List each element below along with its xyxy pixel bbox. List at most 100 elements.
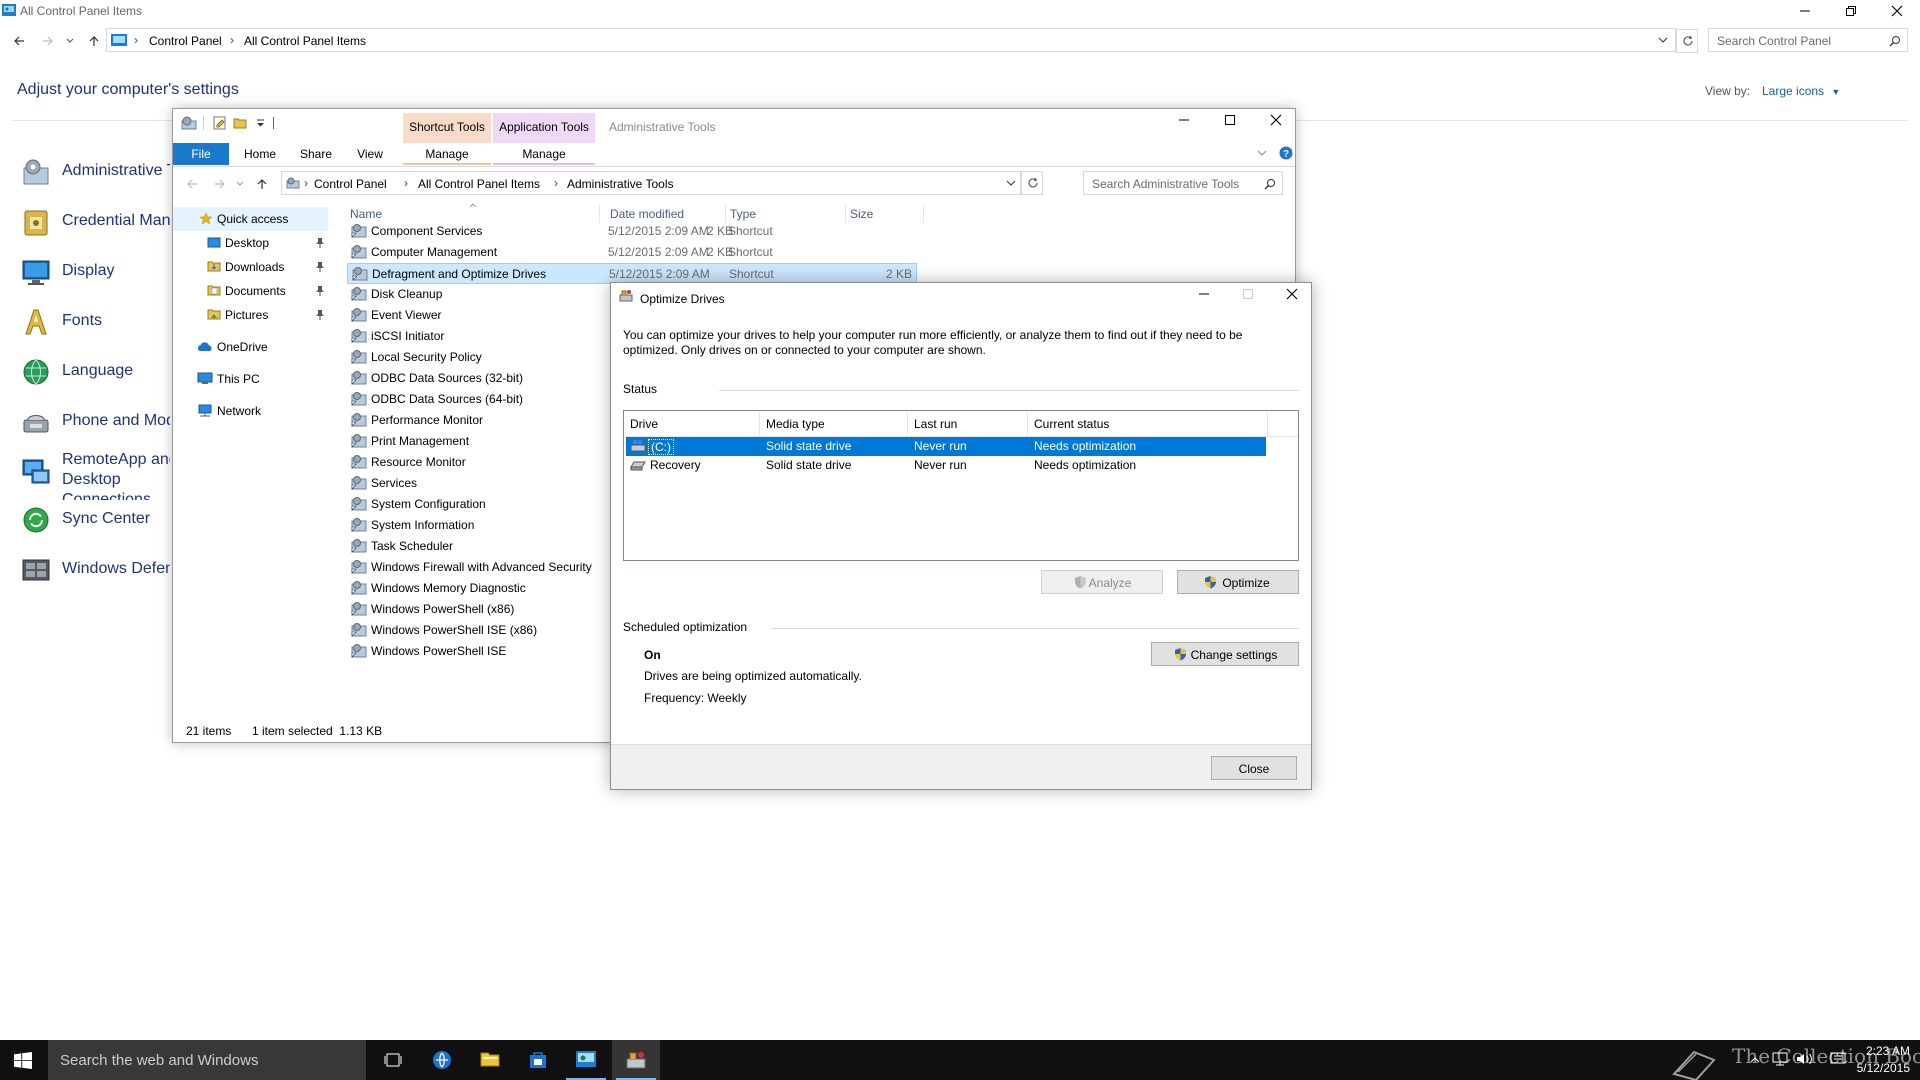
close-button[interactable] xyxy=(1874,0,1920,22)
dialog-minimize-button[interactable] xyxy=(1181,283,1225,309)
minimize-button[interactable] xyxy=(1782,0,1828,22)
cp-item-sync-center[interactable]: Sync Center xyxy=(20,500,170,540)
search-icon[interactable] xyxy=(1889,35,1901,47)
explorer-crumb-admin-tools[interactable]: Administrative Tools xyxy=(567,177,674,191)
refresh-button[interactable] xyxy=(1676,29,1698,53)
column-header-date-modified[interactable]: Date modified xyxy=(610,207,684,221)
column-header-last-run[interactable]: Last run xyxy=(908,412,1028,436)
close-button[interactable]: Close xyxy=(1211,756,1297,780)
chevron-down-icon[interactable] xyxy=(1658,36,1668,44)
search-admin-tools-input[interactable]: Search Administrative Tools xyxy=(1083,171,1283,195)
file-row[interactable]: Defragment and Optimize Drives 5/12/2015 … xyxy=(347,263,917,284)
cp-item-remoteapp[interactable]: RemoteApp and Desktop Connections xyxy=(20,450,170,500)
up-button[interactable] xyxy=(83,30,105,52)
drive-row-recovery[interactable]: Recovery Solid state drive Never run Nee… xyxy=(626,456,1266,475)
nav-this-pc[interactable]: This PC xyxy=(173,367,333,391)
action-center-icon[interactable] xyxy=(1830,1052,1846,1066)
explorer-refresh-button[interactable] xyxy=(1021,171,1043,195)
tab-home[interactable]: Home xyxy=(233,143,287,165)
drive-status: Needs optimization xyxy=(1034,458,1137,472)
tab-shortcut-manage[interactable]: Manage xyxy=(403,143,491,165)
dialog-close-x-button[interactable] xyxy=(1269,283,1313,309)
column-header-name[interactable]: Name xyxy=(350,207,382,221)
customize-qat-icon[interactable] xyxy=(256,119,265,128)
pin-icon[interactable] xyxy=(315,237,325,249)
column-header-current-status[interactable]: Current status xyxy=(1028,412,1268,436)
nav-desktop[interactable]: Desktop xyxy=(173,231,333,255)
explorer-crumb-control-panel[interactable]: Control Panel xyxy=(314,177,387,191)
column-header-media-type[interactable]: Media type xyxy=(760,412,908,436)
explorer-up-button[interactable] xyxy=(251,173,273,195)
breadcrumb-all-items[interactable]: All Control Panel Items xyxy=(244,34,366,48)
taskbar-edge[interactable] xyxy=(418,1040,466,1080)
drives-list[interactable]: Drive Media type Last run Current status… xyxy=(623,410,1299,561)
task-view-button[interactable] xyxy=(368,1040,416,1080)
chevron-down-icon[interactable] xyxy=(1006,179,1016,187)
cp-item-language[interactable]: Language xyxy=(20,352,170,392)
search-control-panel-input[interactable]: Search Control Panel xyxy=(1708,28,1908,52)
cp-item-windows-defender[interactable]: Windows Defender xyxy=(20,550,170,590)
taskbar-file-explorer[interactable] xyxy=(466,1040,514,1080)
change-settings-button[interactable]: Change settings xyxy=(1151,642,1299,666)
tab-file[interactable]: File xyxy=(173,143,229,165)
drive-row-c[interactable]: (C:) Solid state drive Never run Needs o… xyxy=(626,437,1266,456)
search-icon[interactable] xyxy=(1264,178,1276,190)
show-hidden-icons-icon[interactable] xyxy=(1750,1056,1760,1064)
volume-icon[interactable] xyxy=(1796,1052,1814,1066)
cp-item-credential-manager[interactable]: Credential Manager xyxy=(20,202,170,242)
view-by-dropdown[interactable]: Large icons ▼ xyxy=(1762,84,1840,98)
back-button[interactable] xyxy=(8,30,30,52)
file-row[interactable]: Component Services 5/12/2015 2:09 AM Short… xyxy=(347,221,773,242)
sort-ascending-icon xyxy=(469,203,477,208)
admin-tools-icon xyxy=(20,156,52,188)
network-tray-icon[interactable] xyxy=(1772,1052,1788,1066)
pin-icon[interactable] xyxy=(315,309,325,321)
shortcut-icon xyxy=(351,601,367,617)
nav-quick-access[interactable]: Quick access xyxy=(173,207,328,231)
taskbar-search-box[interactable]: Search the web and Windows xyxy=(48,1040,366,1080)
properties-icon[interactable] xyxy=(213,116,227,130)
cp-item-administrative-tools[interactable]: Administrative Tools xyxy=(20,152,170,192)
column-header-size[interactable]: Size xyxy=(850,207,873,221)
explorer-recent-button[interactable] xyxy=(231,173,245,195)
address-bar[interactable]: › Control Panel › All Control Panel Item… xyxy=(106,28,1676,52)
taskbar-store[interactable] xyxy=(514,1040,562,1080)
recent-locations-button[interactable] xyxy=(61,30,75,52)
analyze-button[interactable]: Analyze xyxy=(1041,570,1163,594)
pin-icon[interactable] xyxy=(315,261,325,273)
explorer-forward-button[interactable] xyxy=(209,173,231,195)
explorer-back-button[interactable] xyxy=(181,173,203,195)
explorer-minimize-button[interactable] xyxy=(1161,109,1207,135)
nav-downloads[interactable]: Downloads xyxy=(173,255,333,279)
cp-item-phone-and-modem[interactable]: Phone and Modem xyxy=(20,402,170,442)
help-icon[interactable]: ? xyxy=(1279,146,1293,160)
cp-item-display[interactable]: Display xyxy=(20,252,170,292)
tab-view[interactable]: View xyxy=(345,143,395,165)
nav-pictures[interactable]: Pictures xyxy=(173,303,333,327)
explorer-maximize-button[interactable] xyxy=(1207,109,1253,135)
expand-ribbon-icon[interactable] xyxy=(1257,149,1267,157)
explorer-close-button[interactable] xyxy=(1253,109,1299,135)
cp-item-label: Fonts xyxy=(62,312,103,329)
explorer-crumb-all-items[interactable]: All Control Panel Items xyxy=(418,177,540,191)
cp-item-fonts[interactable]: Fonts xyxy=(20,302,170,342)
tab-share[interactable]: Share xyxy=(289,143,343,165)
new-folder-icon[interactable] xyxy=(233,116,247,130)
nav-onedrive[interactable]: OneDrive xyxy=(173,335,333,359)
breadcrumb-control-panel[interactable]: Control Panel xyxy=(149,34,222,48)
start-button[interactable] xyxy=(0,1040,48,1080)
taskbar-optimize-drives[interactable] xyxy=(612,1040,660,1080)
nav-network[interactable]: Network xyxy=(173,399,333,423)
taskbar-clock[interactable]: 2:23 AM 5/12/2015 xyxy=(1852,1040,1914,1080)
explorer-address-bar[interactable]: › Control Panel › All Control Panel Item… xyxy=(281,171,1021,195)
taskbar-control-panel[interactable] xyxy=(562,1040,610,1080)
column-header-type[interactable]: Type xyxy=(730,207,756,221)
pin-icon[interactable] xyxy=(315,285,325,297)
restore-button[interactable] xyxy=(1828,0,1874,22)
forward-button[interactable] xyxy=(37,30,59,52)
column-header-drive[interactable]: Drive xyxy=(624,412,760,436)
tab-application-manage[interactable]: Manage xyxy=(493,143,595,165)
nav-documents[interactable]: Documents xyxy=(173,279,333,303)
optimize-button[interactable]: Optimize xyxy=(1177,570,1299,594)
file-row[interactable]: Computer Management 5/12/2015 2:09 AM Shor… xyxy=(347,242,773,263)
